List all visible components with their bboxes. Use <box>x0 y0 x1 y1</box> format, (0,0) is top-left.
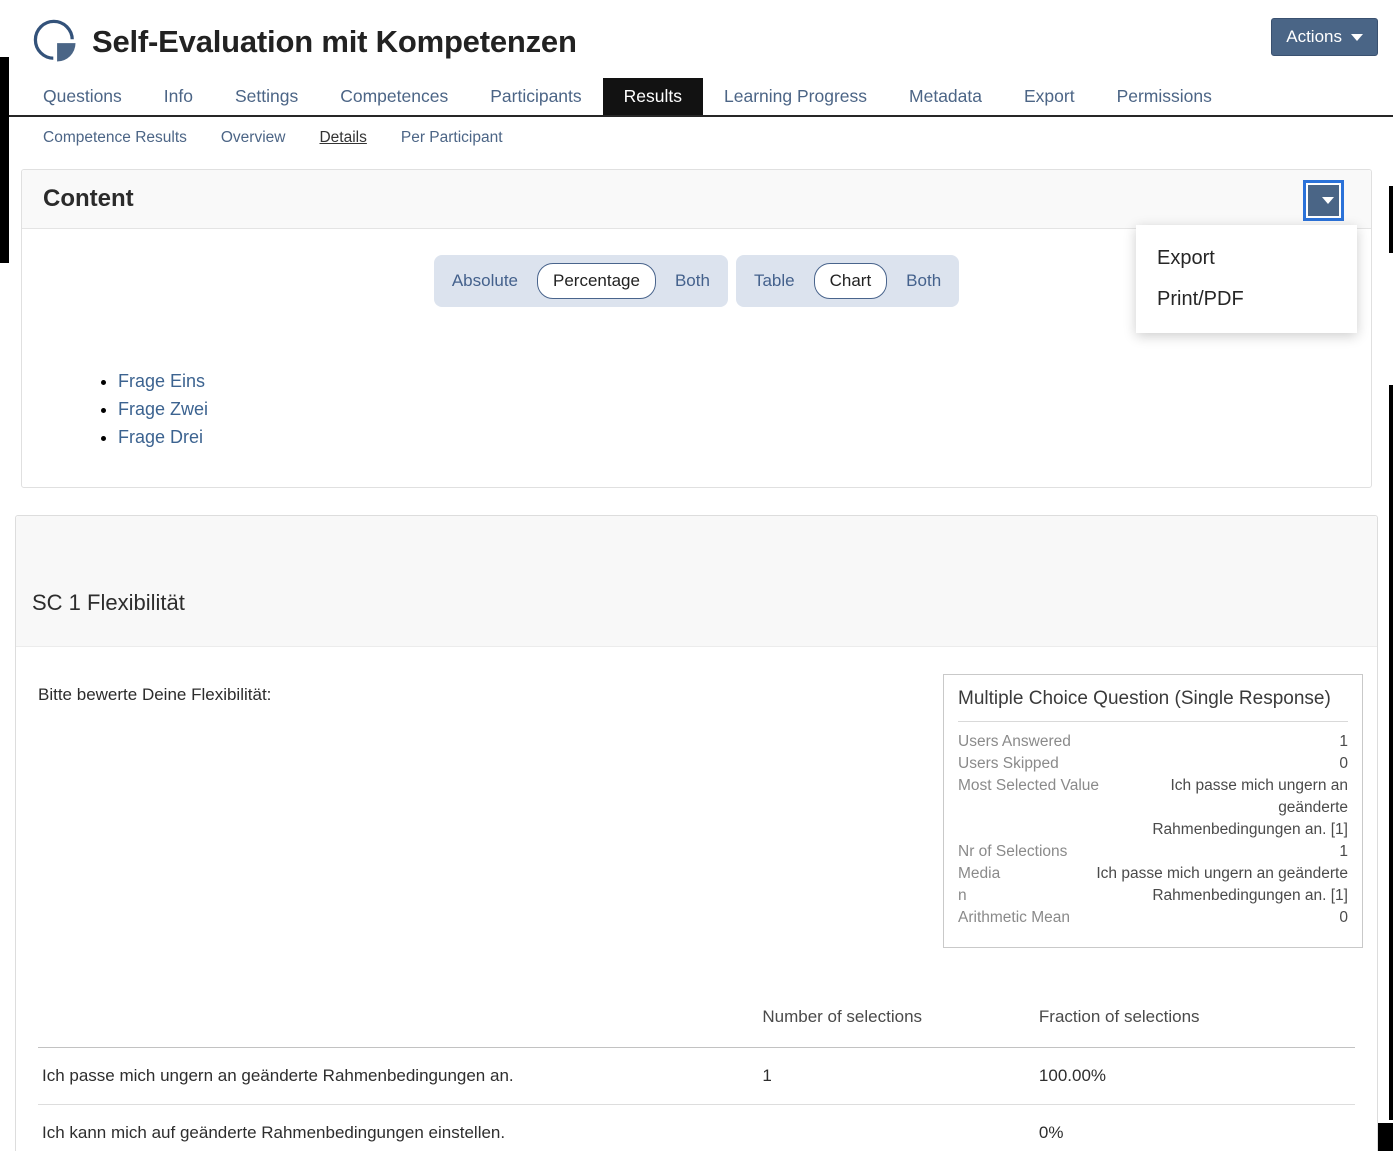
table-row: Ich kann mich auf geänderte Rahmenbeding… <box>38 1105 1355 1151</box>
answers-table: Number of selections Fraction of selecti… <box>38 997 1355 1151</box>
tab-metadata[interactable]: Metadata <box>888 78 1003 115</box>
answer-cell: Ich passe mich ungern an geänderte Rahme… <box>38 1048 762 1105</box>
subtab-overview[interactable]: Overview <box>221 129 286 147</box>
pie-chart-logo-icon <box>30 16 82 68</box>
left-edge-bar <box>0 57 9 263</box>
table-row: Ich passe mich ungern an geänderte Rahme… <box>38 1048 1355 1105</box>
question-link-frage-eins[interactable]: Frage Eins <box>118 371 205 391</box>
actions-button[interactable]: Actions <box>1271 18 1378 56</box>
stats-row: Arithmetic Mean 0 <box>958 907 1348 929</box>
bottom-right-block <box>1378 1123 1393 1151</box>
subtab-details[interactable]: Details <box>319 129 366 147</box>
question-result-title: SC 1 Flexibilität <box>32 590 1361 616</box>
count-cell: 1 <box>762 1048 1039 1105</box>
content-panel-header: Content Export Print/PDF <box>22 170 1371 229</box>
answer-column-header <box>38 997 762 1048</box>
tab-competences[interactable]: Competences <box>319 78 469 115</box>
stats-value: Ich passe mich ungern an geänderte Rahme… <box>1006 863 1348 907</box>
answer-cell: Ich kann mich auf geänderte Rahmenbeding… <box>38 1105 762 1151</box>
subtab-per-participant[interactable]: Per Participant <box>401 129 503 147</box>
stats-label: Arithmetic Mean <box>958 907 1070 929</box>
stats-value: 0 <box>1059 753 1348 775</box>
question-result-panel: SC 1 Flexibilität Bitte bewerte Deine Fl… <box>15 515 1378 1151</box>
menu-item-export[interactable]: Export <box>1136 238 1357 279</box>
stats-row: Users Answered 1 <box>958 731 1348 753</box>
toggle-both-views[interactable]: Both <box>906 271 941 291</box>
content-panel: Content Export Print/PDF Absolute Percen… <box>21 169 1372 488</box>
tab-questions[interactable]: Questions <box>22 78 143 115</box>
panel-dropdown-button[interactable] <box>1303 180 1344 221</box>
stats-row: Nr of Selections 1 <box>958 841 1348 863</box>
subtab-competence-results[interactable]: Competence Results <box>43 129 187 147</box>
stats-row: Median Ich passe mich ungern an geändert… <box>958 863 1348 907</box>
value-mode-toggle-group: Absolute Percentage Both <box>434 255 728 307</box>
list-item: Frage Zwei <box>118 395 1371 423</box>
actions-button-label: Actions <box>1286 27 1342 47</box>
menu-item-print-pdf[interactable]: Print/PDF <box>1136 279 1357 320</box>
toggle-absolute[interactable]: Absolute <box>452 271 518 291</box>
stats-value: 1 <box>1067 841 1348 863</box>
toggle-percentage[interactable]: Percentage <box>537 263 656 299</box>
stats-label: Nr of Selections <box>958 841 1067 863</box>
chevron-down-icon <box>1322 197 1334 204</box>
sub-tab-bar: Competence Results Overview Details Per … <box>0 129 1393 147</box>
tab-results[interactable]: Results <box>603 78 703 115</box>
stats-label: Users Skipped <box>958 753 1059 775</box>
fraction-column-header: Fraction of selections <box>1039 997 1355 1048</box>
answers-table-header-row: Number of selections Fraction of selecti… <box>38 997 1355 1048</box>
tab-export[interactable]: Export <box>1003 78 1096 115</box>
main-tab-bar: Questions Info Settings Competences Part… <box>0 78 1393 117</box>
toggle-chart[interactable]: Chart <box>814 263 888 299</box>
stats-value: Ich passe mich ungern an geänderte Rahme… <box>1136 775 1348 841</box>
count-cell <box>762 1105 1039 1151</box>
question-result-header: SC 1 Flexibilität <box>16 516 1377 647</box>
fraction-cell: 100.00% <box>1039 1048 1355 1105</box>
panel-dropdown-button-face <box>1308 185 1339 216</box>
question-stats-card: Multiple Choice Question (Single Respons… <box>943 674 1363 948</box>
content-panel-title: Content <box>43 185 1350 213</box>
question-result-body: Bitte bewerte Deine Flexibilität: Multip… <box>16 647 1377 1151</box>
list-item: Frage Drei <box>118 423 1371 451</box>
view-mode-toggle-group: Table Chart Both <box>736 255 959 307</box>
app-header: Self-Evaluation mit Kompetenzen Actions <box>0 0 1393 74</box>
question-link-frage-drei[interactable]: Frage Drei <box>118 427 203 447</box>
toggle-both-values[interactable]: Both <box>675 271 710 291</box>
right-edge-line <box>1389 385 1393 1120</box>
stats-value: 1 <box>1071 731 1348 753</box>
stats-label: Users Answered <box>958 731 1071 753</box>
panel-dropdown-menu: Export Print/PDF <box>1136 225 1357 333</box>
tab-learning-progress[interactable]: Learning Progress <box>703 78 888 115</box>
count-column-header: Number of selections <box>762 997 1039 1048</box>
stats-label: Median <box>958 863 1006 907</box>
stats-label: Most Selected Value <box>958 775 1128 841</box>
question-link-frage-zwei[interactable]: Frage Zwei <box>118 399 208 419</box>
stats-row: Users Skipped 0 <box>958 753 1348 775</box>
chevron-down-icon <box>1351 34 1363 41</box>
tab-info[interactable]: Info <box>143 78 214 115</box>
stats-row: Most Selected Value Ich passe mich unger… <box>958 775 1348 841</box>
toggle-table[interactable]: Table <box>754 271 795 291</box>
question-link-list: Frage Eins Frage Zwei Frage Drei <box>118 367 1371 451</box>
tab-permissions[interactable]: Permissions <box>1096 78 1233 115</box>
stats-card-title: Multiple Choice Question (Single Respons… <box>958 688 1348 722</box>
tab-participants[interactable]: Participants <box>469 78 602 115</box>
tab-settings[interactable]: Settings <box>214 78 319 115</box>
stats-value: 0 <box>1070 907 1348 929</box>
fraction-cell: 0% <box>1039 1105 1355 1151</box>
right-edge-line-top <box>1389 186 1393 253</box>
page-title: Self-Evaluation mit Kompetenzen <box>92 24 577 60</box>
list-item: Frage Eins <box>118 367 1371 395</box>
